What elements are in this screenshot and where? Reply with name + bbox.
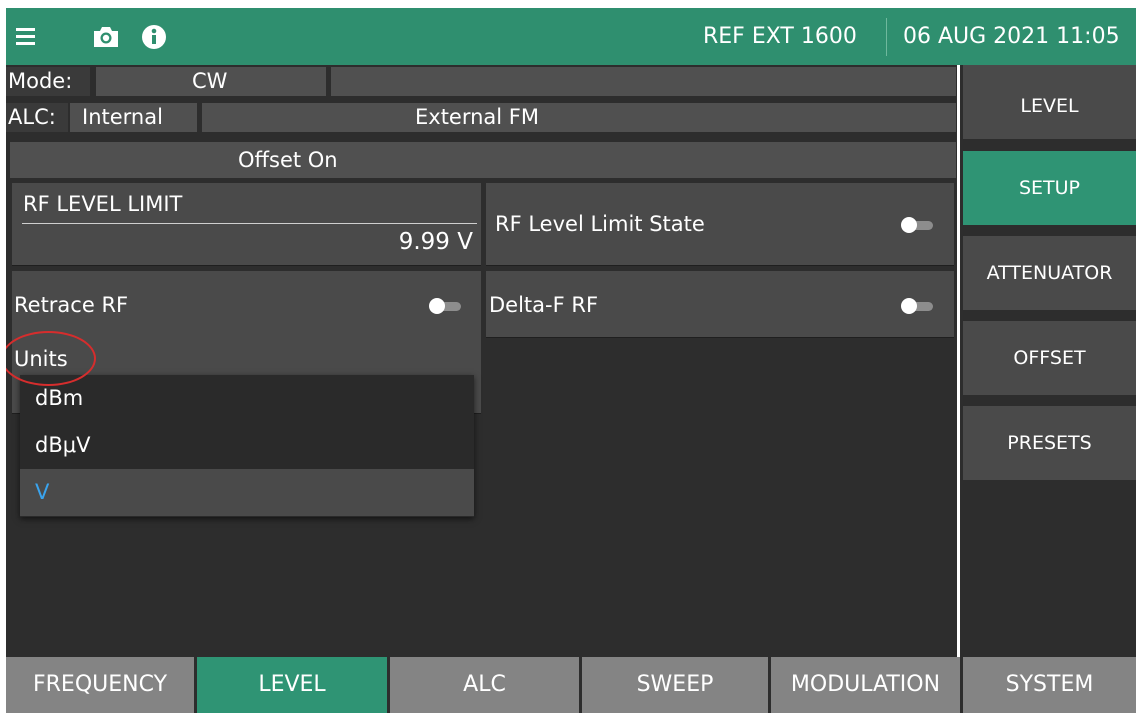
tab-sweep[interactable]: SWEEP	[582, 657, 768, 713]
side-menu-presets[interactable]: PRESETS	[963, 406, 1136, 480]
side-menu-offset[interactable]: OFFSET	[963, 321, 1136, 395]
retrace-rf-toggle[interactable]	[429, 298, 463, 314]
app-window: REF EXT 1600 06 AUG 2021 11:05 Mode: CW …	[6, 8, 1136, 713]
units-dropdown-menu: dBm dBμV V	[20, 375, 474, 517]
mode-value: CW	[96, 67, 326, 96]
units-label: Units	[14, 347, 68, 371]
top-bar-divider	[886, 18, 887, 56]
side-menu-offset-label: OFFSET	[1013, 347, 1086, 369]
rf-level-limit-label: RF LEVEL LIMIT	[23, 192, 183, 216]
side-menu-setup-label: SETUP	[1018, 177, 1081, 199]
side-menu-presets-label: PRESETS	[1007, 432, 1092, 454]
tab-alc[interactable]: ALC	[390, 657, 579, 713]
alc-label: ALC:	[6, 103, 68, 132]
side-menu-level-label: LEVEL	[1020, 95, 1079, 117]
units-option-dbm[interactable]: dBm	[20, 375, 474, 422]
alc-fm: External FM	[202, 103, 956, 132]
side-menu-divider	[957, 65, 960, 657]
menu-icon[interactable]	[14, 22, 44, 52]
delta-f-rf-label: Delta-F RF	[489, 293, 599, 317]
rf-level-limit-panel[interactable]: RF LEVEL LIMIT 9.99 V	[12, 183, 481, 265]
units-option-v[interactable]: V	[20, 469, 474, 516]
reference-status: REF EXT 1600	[703, 24, 857, 49]
alc-value: Internal	[70, 103, 197, 132]
rf-level-limit-state-panel[interactable]: RF Level Limit State	[486, 183, 954, 265]
retrace-rf-label: Retrace RF	[14, 293, 129, 317]
rf-level-limit-value: 9.99 V	[398, 229, 473, 255]
camera-icon[interactable]	[91, 22, 121, 52]
tab-system[interactable]: SYSTEM	[963, 657, 1136, 713]
side-menu-attenuator[interactable]: ATTENUATOR	[963, 236, 1136, 310]
side-menu-attenuator-label: ATTENUATOR	[986, 262, 1113, 284]
top-bar: REF EXT 1600 06 AUG 2021 11:05	[6, 8, 1136, 65]
side-menu-setup[interactable]: SETUP	[963, 151, 1136, 225]
mode-label: Mode:	[6, 67, 90, 96]
delta-f-rf-panel[interactable]: Delta-F RF	[486, 271, 954, 337]
rf-level-limit-state-toggle[interactable]	[901, 217, 935, 233]
delta-f-rf-toggle[interactable]	[901, 298, 935, 314]
side-menu-level[interactable]: LEVEL	[963, 65, 1136, 139]
mode-extra	[331, 67, 956, 96]
rf-level-limit-underline	[22, 223, 477, 224]
tab-modulation[interactable]: MODULATION	[771, 657, 960, 713]
info-icon[interactable]	[139, 22, 169, 52]
tab-level[interactable]: LEVEL	[197, 657, 387, 713]
retrace-rf-panel[interactable]: Retrace RF	[12, 271, 481, 337]
rf-level-limit-state-label: RF Level Limit State	[495, 212, 705, 236]
date-time: 06 AUG 2021 11:05	[903, 24, 1120, 49]
tab-frequency[interactable]: FREQUENCY	[6, 657, 194, 713]
units-option-dbuv[interactable]: dBμV	[20, 422, 474, 469]
offset-status: Offset On	[10, 142, 956, 178]
